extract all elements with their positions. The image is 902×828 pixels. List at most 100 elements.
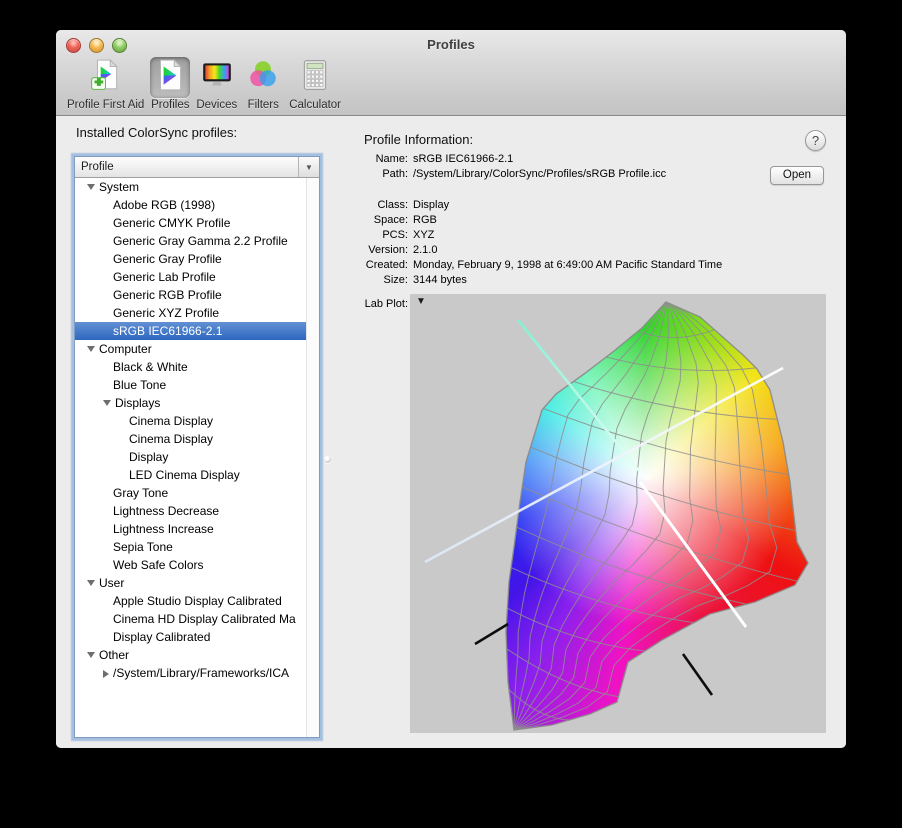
triangle-down-icon: ▼ [416, 296, 426, 307]
tree-row[interactable]: /System/Library/Frameworks/ICA [75, 664, 319, 682]
info-field: Path: /System/Library/ColorSync/Profiles… [356, 167, 764, 182]
tree-row[interactable]: Generic Gray Profile [75, 250, 319, 268]
tree-row[interactable]: Generic Lab Profile [75, 268, 319, 286]
window-title: Profiles [56, 37, 846, 52]
field-value: sRGB IEC61966-2.1 [413, 152, 513, 167]
toolbar-item-devices[interactable]: Devices [193, 57, 240, 111]
content-area: Installed ColorSync profiles: Profile ▼ … [56, 116, 846, 748]
tree-row[interactable]: Black & White [75, 358, 319, 376]
tree-row[interactable]: Cinema Display [75, 412, 319, 430]
tree-row[interactable]: Web Safe Colors [75, 556, 319, 574]
tree-row-label: Generic Gray Gamma 2.2 Profile [113, 234, 288, 248]
tree-row-label: Blue Tone [113, 378, 166, 392]
disclosure-triangle-open-icon[interactable] [103, 400, 111, 406]
tree-row-selected[interactable]: sRGB IEC61966-2.1 [75, 322, 306, 340]
tree-row-label: LED Cinema Display [129, 468, 240, 482]
profiles-window: Profiles Profile First Aid Profiles Devi… [56, 30, 846, 748]
tree-row[interactable]: Display Calibrated [75, 628, 319, 646]
tree-row[interactable]: Sepia Tone [75, 538, 319, 556]
tree-row[interactable]: Blue Tone [75, 376, 319, 394]
tree-row[interactable]: User [75, 574, 319, 592]
tree-row-label: Computer [99, 342, 152, 356]
tree-row[interactable]: System [75, 178, 319, 196]
sidebar-heading: Installed ColorSync profiles: [76, 125, 237, 140]
tree-row-label: Black & White [113, 360, 188, 374]
field-label: PCS: [356, 228, 408, 243]
help-button[interactable]: ? [805, 130, 826, 151]
toolbar-item-calculator[interactable]: Calculator [286, 57, 344, 111]
tree-row[interactable]: Lightness Decrease [75, 502, 319, 520]
tree-row-label: System [99, 180, 139, 194]
column-options-dropdown[interactable]: ▼ [298, 157, 319, 177]
tree-row[interactable]: Computer [75, 340, 319, 358]
tree-row[interactable]: Generic RGB Profile [75, 286, 319, 304]
tree-row[interactable]: Displays [75, 394, 319, 412]
tree-row-label: Display [129, 450, 168, 464]
tree-row[interactable]: Generic XYZ Profile [75, 304, 319, 322]
tree-row[interactable]: Generic Gray Gamma 2.2 Profile [75, 232, 319, 250]
toolbar: Profile First Aid Profiles Devices Filte… [64, 57, 344, 114]
tree-row-label: Apple Studio Display Calibrated [113, 594, 282, 608]
tree-row-label: Generic Lab Profile [113, 270, 216, 284]
title-bar[interactable]: Profiles [56, 30, 846, 58]
splitter-handle[interactable] [324, 456, 331, 463]
calculator-icon [298, 58, 332, 97]
field-value: XYZ [413, 228, 434, 243]
plot-options-disclosure[interactable]: ▼ [416, 296, 426, 307]
lab-plot-canvas[interactable]: ▼ [410, 294, 826, 733]
column-header-profile[interactable]: Profile [75, 157, 298, 177]
field-label: Class: [356, 198, 408, 213]
disclosure-triangle-open-icon[interactable] [87, 652, 95, 658]
info-field: Name: sRGB IEC61966-2.1 [356, 152, 764, 167]
tree-row-label: Generic XYZ Profile [113, 306, 219, 320]
window-chrome: Profiles Profile First Aid Profiles Devi… [56, 30, 846, 116]
toolbar-item-label: Profile First Aid [67, 99, 144, 111]
field-label: Created: [356, 258, 408, 273]
field-label: Path: [356, 167, 408, 182]
info-field: PCS: XYZ [356, 228, 764, 243]
tree-row[interactable]: Cinema Display [75, 430, 319, 448]
tree-row[interactable]: Adobe RGB (1998) [75, 196, 319, 214]
tree-row[interactable]: Display [75, 448, 319, 466]
open-button[interactable]: Open [770, 166, 824, 185]
tree-row-label: /System/Library/Frameworks/ICA [113, 666, 289, 680]
overlapping-circles-icon [246, 58, 280, 97]
disclosure-triangle-closed-icon[interactable] [103, 670, 109, 678]
tree-row[interactable]: Gray Tone [75, 484, 319, 502]
profile-first-aid-icon [89, 58, 123, 97]
field-value: RGB [413, 213, 437, 228]
disclosure-triangle-open-icon[interactable] [87, 580, 95, 586]
toolbar-item-profile-first-aid[interactable]: Profile First Aid [64, 57, 147, 111]
field-label: Space: [356, 213, 408, 228]
info-field: Class: Display [356, 198, 764, 213]
tree-row-label: Sepia Tone [113, 540, 173, 554]
tree-row-label: User [99, 576, 124, 590]
tree-row[interactable]: LED Cinema Display [75, 466, 319, 484]
profile-list-header: Profile ▼ [75, 157, 319, 178]
tree-row-label: Cinema HD Display Calibrated Ma [113, 612, 296, 626]
field-value: 3144 bytes [413, 273, 467, 288]
toolbar-item-profiles[interactable]: Profiles [147, 57, 193, 111]
toolbar-item-label: Devices [196, 99, 237, 111]
field-value: 2.1.0 [413, 243, 437, 258]
tree-row[interactable]: Other [75, 646, 319, 664]
display-icon [200, 58, 234, 97]
disclosure-triangle-open-icon[interactable] [87, 346, 95, 352]
field-value: Display [413, 198, 449, 213]
tree-row-label: Lightness Decrease [113, 504, 219, 518]
profile-fields: Name: sRGB IEC61966-2.1Path: /System/Lib… [356, 152, 764, 288]
tree-row[interactable]: Generic CMYK Profile [75, 214, 319, 232]
disclosure-triangle-open-icon[interactable] [87, 184, 95, 190]
toolbar-item-filters[interactable]: Filters [240, 57, 286, 111]
tree-row[interactable]: Lightness Increase [75, 520, 319, 538]
tree-row[interactable]: Cinema HD Display Calibrated Ma [75, 610, 319, 628]
tree-row[interactable]: Apple Studio Display Calibrated [75, 592, 319, 610]
chevron-down-icon: ▼ [305, 163, 313, 172]
field-value: Monday, February 9, 1998 at 6:49:00 AM P… [413, 258, 722, 273]
info-field: Size: 3144 bytes [356, 273, 764, 288]
field-label: Name: [356, 152, 408, 167]
tree-row-label: Gray Tone [113, 486, 168, 500]
tree-row-label: Generic CMYK Profile [113, 216, 230, 230]
toolbar-item-label: Profiles [151, 99, 189, 111]
lab-plot-label: Lab Plot: [356, 298, 408, 310]
